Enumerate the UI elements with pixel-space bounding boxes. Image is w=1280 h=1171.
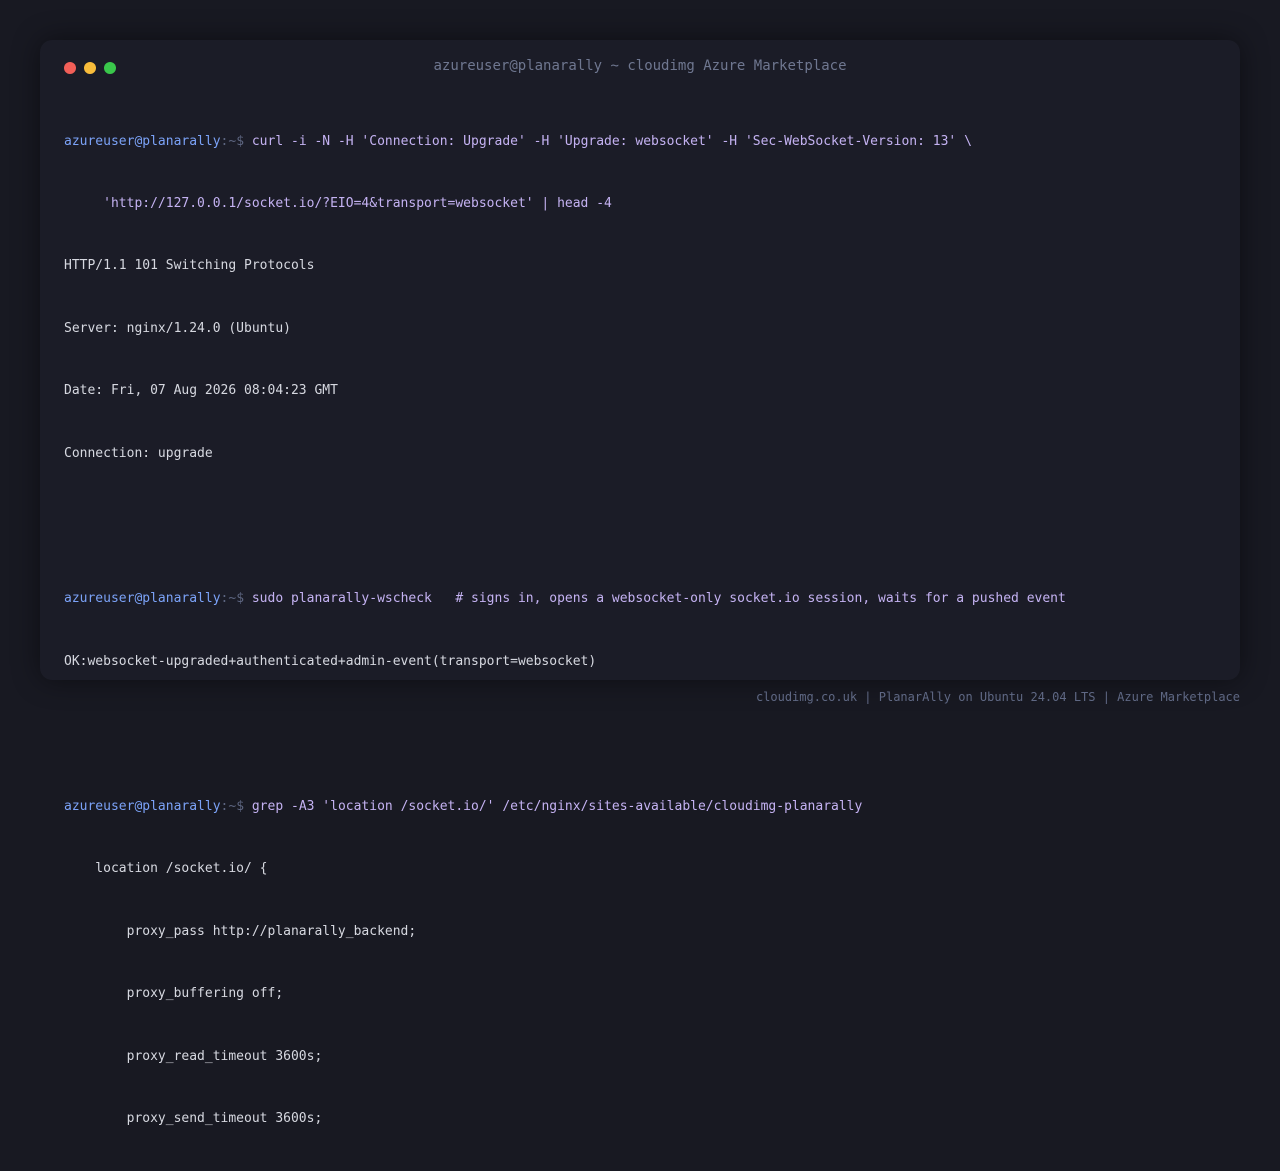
output-line: OK:websocket-upgraded+authenticated+admi…: [64, 653, 597, 669]
prompt-path: :~$: [220, 133, 252, 149]
command-line: azureuser@planarally:~$ curl -i -N -H 'C…: [64, 132, 1216, 153]
output-line: Server: nginx/1.24.0 (Ubuntu): [64, 320, 291, 336]
output-line: HTTP/1.1 101 Switching Protocols: [64, 258, 315, 274]
prompt-user-host: azureuser@planarally: [64, 591, 221, 607]
output-line: Connection: upgrade: [64, 445, 213, 461]
command-text: grep -A3 'location /socket.io/' /etc/ngi…: [251, 799, 863, 815]
terminal-output[interactable]: azureuser@planarally:~$ curl -i -N -H 'C…: [64, 90, 1216, 1171]
output-line: location /socket.io/ {: [64, 861, 268, 877]
output-line: Date: Fri, 07 Aug 2026 08:04:23 GMT: [64, 383, 338, 399]
window-title: azureuser@planarally ~ cloudimg Azure Ma…: [433, 58, 847, 74]
footer-caption: cloudimg.co.uk | PlanarAlly on Ubuntu 24…: [755, 690, 1240, 704]
prompt-path: :~$: [220, 591, 252, 607]
command-line: azureuser@planarally:~$ grep -A3 'locati…: [64, 797, 1216, 818]
command-line: azureuser@planarally:~$ sudo planarally-…: [64, 589, 1216, 610]
output-line: proxy_read_timeout 3600s;: [64, 1048, 323, 1064]
prompt-user-host: azureuser@planarally: [64, 799, 221, 815]
title-bar: azureuser@planarally ~ cloudimg Azure Ma…: [40, 40, 1240, 96]
output-line: proxy_send_timeout 3600s;: [64, 1111, 323, 1127]
prompt-path: :~$: [220, 799, 252, 815]
command-text: curl -i -N -H 'Connection: Upgrade' -H '…: [251, 133, 972, 149]
prompt-user-host: azureuser@planarally: [64, 133, 221, 149]
command-text: sudo planarally-wscheck # signs in, open…: [251, 591, 1066, 607]
output-line: proxy_buffering off;: [64, 986, 284, 1002]
terminal-window: azureuser@planarally ~ cloudimg Azure Ma…: [40, 40, 1240, 1126]
output-line: proxy_pass http://planarally_backend;: [64, 923, 417, 939]
command-continuation: 'http://127.0.0.1/socket.io/?EIO=4&trans…: [64, 195, 612, 211]
